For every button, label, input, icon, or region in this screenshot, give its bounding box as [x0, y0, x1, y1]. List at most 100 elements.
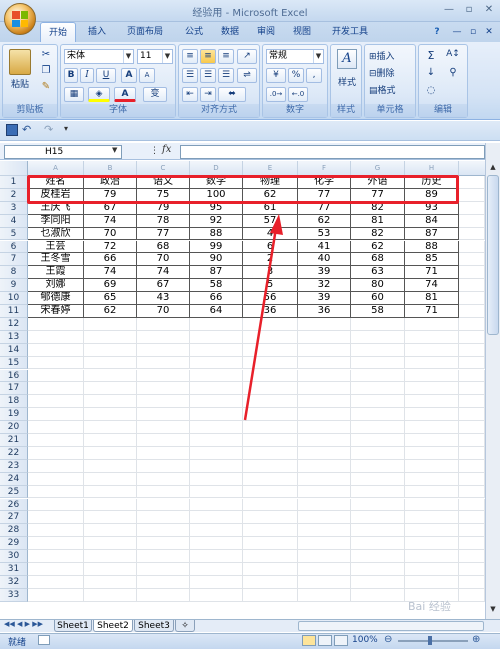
sheet-tab-2[interactable]: Sheet2 [93, 620, 133, 632]
help-icon[interactable]: ? [430, 22, 444, 42]
tab-insert[interactable]: 插入 [80, 22, 114, 42]
shrink-font-button[interactable]: A [139, 68, 155, 83]
styles-button[interactable]: 样式 [333, 75, 361, 88]
format-painter-icon[interactable]: ✎ [39, 81, 53, 93]
tab-home[interactable]: 开始 [40, 22, 76, 42]
find-select-button[interactable]: ⚲ [443, 67, 463, 81]
cut-icon[interactable]: ✂ [39, 49, 53, 61]
clear-button[interactable]: ◌ [423, 85, 439, 99]
increase-decimal-icon: .0→ [269, 90, 283, 98]
merge-center-button[interactable]: ⬌ [218, 87, 246, 102]
sort-filter-button[interactable]: A↕ [443, 49, 463, 63]
page-layout-view-icon[interactable] [318, 635, 332, 646]
paste-icon[interactable] [9, 49, 31, 75]
tab-data[interactable]: 数据 [214, 22, 246, 42]
formula-input[interactable] [180, 145, 485, 159]
decrease-decimal-button[interactable]: ←.0 [288, 87, 308, 102]
scroll-down-icon[interactable]: ▼ [487, 605, 499, 613]
align-middle-button[interactable]: ≡ [200, 49, 216, 64]
save-icon[interactable] [6, 124, 18, 136]
sheet-tab-3[interactable]: Sheet3 [134, 620, 174, 632]
chevron-down-icon: ▼ [162, 50, 172, 63]
italic-button[interactable]: I [80, 68, 94, 83]
alignment-group-label: 对齐方式 [179, 104, 259, 117]
align-left-icon: ☰ [185, 70, 195, 80]
autosum-button[interactable]: Σ [423, 49, 439, 63]
zoom-slider-thumb[interactable] [428, 636, 432, 645]
decrease-decimal-icon: ←.0 [291, 90, 305, 98]
align-top-button[interactable]: ≡ [182, 49, 198, 64]
tab-view[interactable]: 视图 [286, 22, 318, 42]
sheet-tab-1[interactable]: Sheet1 [54, 620, 92, 632]
comma-button[interactable]: , [306, 68, 322, 83]
worksheet-grid[interactable] [0, 161, 485, 618]
ribbon-minimize-icon[interactable]: — [450, 22, 464, 42]
orientation-button[interactable]: ↗ [237, 49, 257, 64]
paste-button-label[interactable]: 粘贴 [7, 77, 33, 90]
zoom-level[interactable]: 100% [352, 635, 378, 645]
zoom-out-icon[interactable]: ⊖ [384, 634, 392, 645]
decrease-indent-button[interactable]: ⇤ [182, 87, 198, 102]
tab-developer[interactable]: 开发工具 [322, 22, 378, 42]
border-button[interactable]: ▦ [64, 87, 84, 102]
sheet-nav-icon[interactable]: ◀◀ ◀ ▶ ▶▶ [4, 620, 43, 628]
fill-button[interactable]: ↓ [423, 67, 439, 81]
currency-icon: ¥ [273, 70, 279, 80]
close-button[interactable]: ✕ [480, 2, 498, 18]
styles-icon[interactable]: A [337, 49, 357, 69]
scroll-up-icon[interactable]: ▲ [487, 163, 499, 171]
percent-button[interactable]: % [288, 68, 304, 83]
increase-decimal-button[interactable]: .0→ [266, 87, 286, 102]
insert-sheet-icon[interactable]: ✧ [175, 620, 195, 632]
tab-page-layout[interactable]: 页面布局 [116, 22, 174, 42]
border-icon: ▦ [69, 89, 79, 99]
office-button[interactable] [4, 3, 36, 35]
align-left-button[interactable]: ☰ [182, 68, 198, 83]
insert-cells-button[interactable]: ⊞插入 [369, 49, 415, 62]
wrap-text-button[interactable]: ⇌ [237, 68, 257, 83]
styles-group-label: 样式 [331, 104, 361, 117]
editing-group-label: 编辑 [419, 104, 467, 117]
zoom-in-icon[interactable]: ⊕ [472, 634, 480, 645]
horizontal-scrollbar[interactable] [298, 621, 484, 631]
format-cells-label: 格式 [377, 86, 396, 96]
insert-function-button[interactable]: fx [162, 144, 171, 155]
name-box-dropdown-icon[interactable]: ▼ [112, 146, 117, 154]
copy-icon[interactable]: ❐ [39, 65, 53, 77]
align-center-button[interactable]: ☰ [200, 68, 216, 83]
increase-indent-icon: ⇥ [204, 89, 212, 99]
name-box[interactable]: H15 [4, 145, 122, 159]
undo-icon[interactable]: ↶ [22, 123, 31, 136]
scroll-thumb[interactable] [487, 175, 499, 335]
redo-icon[interactable]: ↷ [44, 123, 53, 136]
font-size-combo[interactable]: 11 ▼ [137, 49, 173, 64]
grow-font-button[interactable]: A [121, 68, 137, 83]
underline-button[interactable]: U [96, 68, 116, 83]
delete-cells-button[interactable]: ⊟删除 [369, 66, 415, 79]
macro-record-icon[interactable] [38, 635, 50, 645]
align-right-button[interactable]: ☰ [218, 68, 234, 83]
vertical-scrollbar[interactable]: ▲ ▼ [485, 143, 500, 619]
align-bottom-button[interactable]: ≡ [218, 49, 234, 64]
format-cells-button[interactable]: ▤格式 [369, 83, 415, 96]
tab-formulas[interactable]: 公式 [178, 22, 210, 42]
page-break-view-icon[interactable] [334, 635, 348, 646]
phonetic-button[interactable]: 变 [143, 87, 167, 102]
bold-button[interactable]: B [64, 68, 78, 83]
number-format-combo[interactable]: 常规 ▼ [266, 49, 324, 64]
font-size-value: 11 [140, 51, 152, 61]
currency-button[interactable]: ¥ [266, 68, 286, 83]
font-color-button[interactable]: A [114, 87, 136, 102]
editing-group: Σ A↕ ↓ ⚲ ◌ 编辑 [418, 44, 468, 118]
normal-view-icon[interactable] [302, 635, 316, 646]
customize-qat-icon[interactable]: ▾ [64, 124, 68, 133]
ribbon-close-icon[interactable]: ✕ [482, 22, 496, 42]
zoom-slider[interactable] [398, 640, 468, 642]
increase-indent-button[interactable]: ⇥ [200, 87, 216, 102]
tab-review[interactable]: 审阅 [250, 22, 282, 42]
ribbon-restore-icon[interactable]: ▫ [466, 22, 480, 42]
fill-color-button[interactable]: ◈ [88, 87, 110, 102]
maximize-button[interactable]: ▫ [460, 2, 478, 18]
minimize-button[interactable]: — [440, 2, 458, 18]
font-name-combo[interactable]: 宋体 ▼ [64, 49, 134, 64]
